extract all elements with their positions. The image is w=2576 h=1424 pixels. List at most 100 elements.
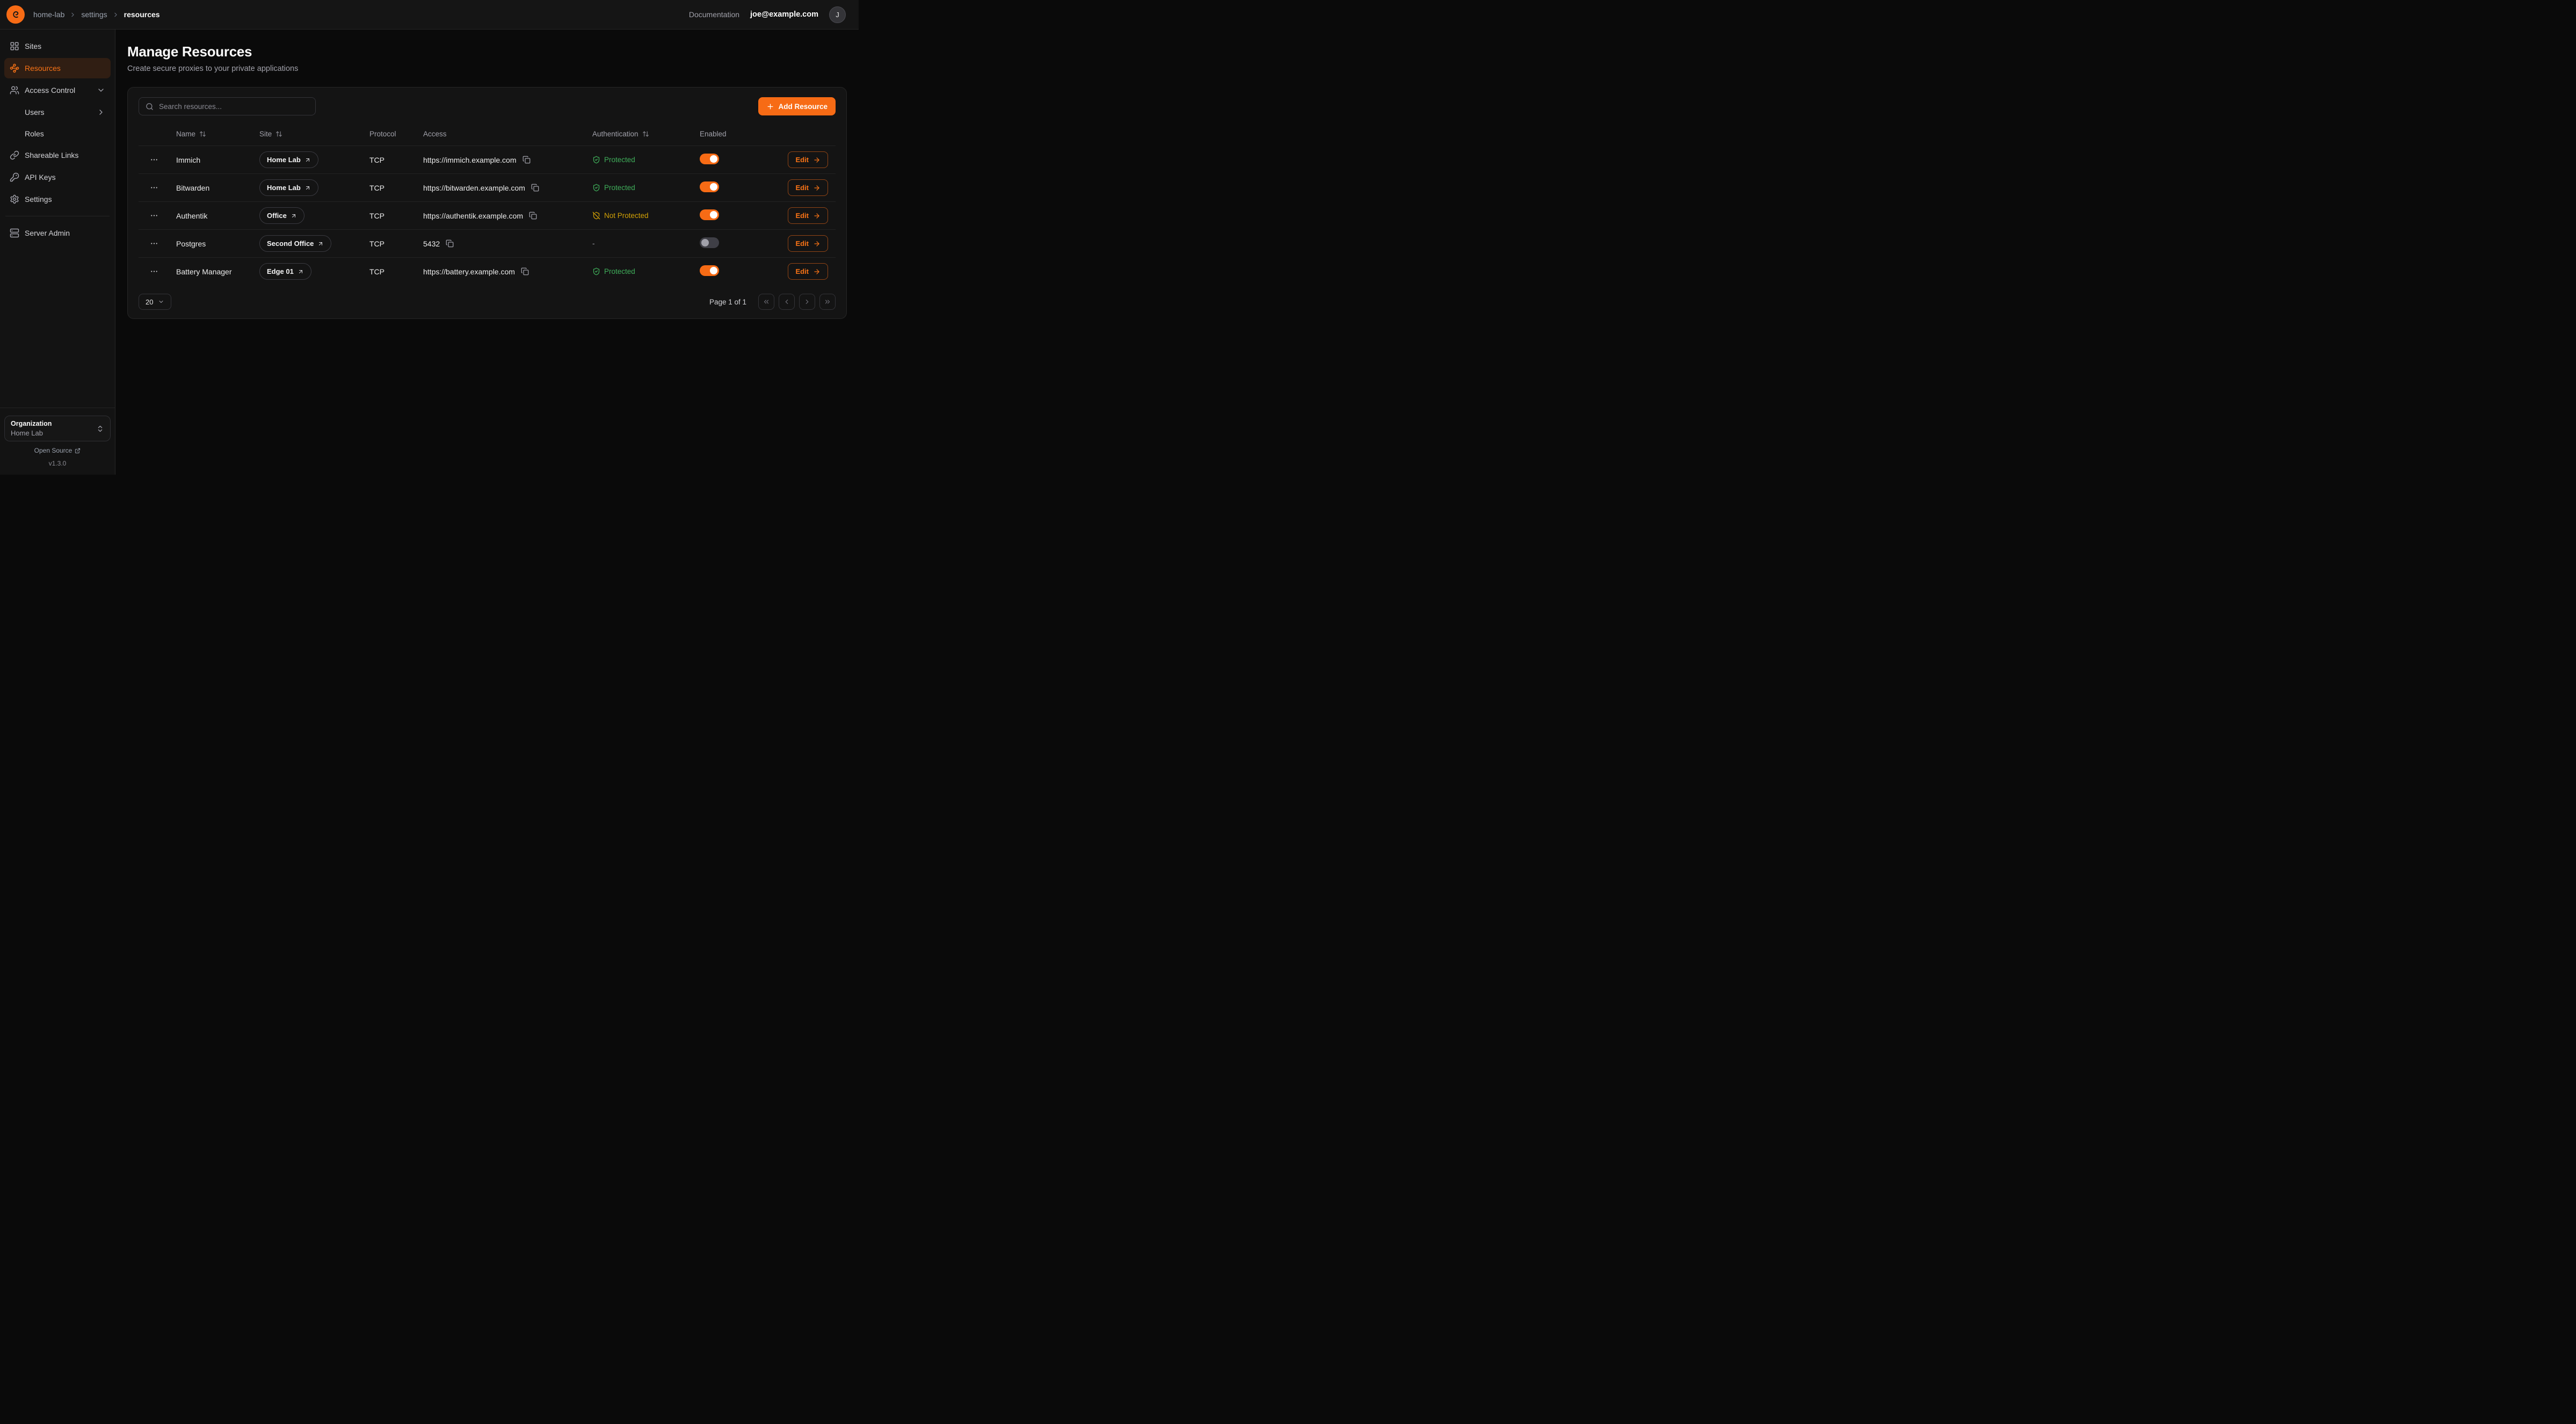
- ellipsis-icon: [150, 267, 158, 276]
- copy-icon: [521, 267, 529, 275]
- enabled-toggle[interactable]: [700, 181, 719, 192]
- enabled-toggle[interactable]: [700, 209, 719, 220]
- protocol: TCP: [363, 156, 417, 164]
- ellipsis-icon: [150, 155, 158, 164]
- toggle-knob: [710, 155, 717, 163]
- sidebar-item-server-admin[interactable]: Server Admin: [4, 223, 111, 243]
- sort-icon[interactable]: [642, 130, 649, 137]
- column-enabled: Enabled: [693, 130, 768, 138]
- site-link-button[interactable]: Office: [259, 207, 304, 224]
- sort-icon[interactable]: [275, 130, 282, 137]
- table-row: Postgres Second Office TCP 5432 - Edit: [139, 229, 836, 257]
- sidebar-item-sites[interactable]: Sites: [4, 36, 111, 56]
- app-logo-icon[interactable]: [6, 5, 25, 24]
- column-name-label: Name: [176, 130, 195, 138]
- documentation-link[interactable]: Documentation: [689, 10, 739, 19]
- sidebar-item-shareable-links[interactable]: Shareable Links: [4, 145, 111, 165]
- copy-button[interactable]: [528, 210, 538, 221]
- organization-switcher[interactable]: Organization Home Lab: [4, 416, 111, 441]
- table-row: Battery Manager Edge 01 TCP https://batt…: [139, 257, 836, 285]
- sidebar-bottom: Organization Home Lab Open Source v1.3.0: [4, 408, 111, 467]
- breadcrumb-current: resources: [124, 10, 160, 19]
- edit-button[interactable]: Edit: [788, 207, 828, 224]
- row-menu-button[interactable]: [147, 152, 162, 168]
- auth-status: Protected: [586, 156, 693, 164]
- copy-button[interactable]: [520, 266, 530, 277]
- key-icon: [10, 172, 19, 182]
- sidebar-item-api-keys[interactable]: API Keys: [4, 167, 111, 187]
- sidebar-item-roles[interactable]: Roles: [4, 123, 111, 143]
- next-page-button[interactable]: [799, 294, 815, 310]
- app-version: v1.3.0: [4, 460, 111, 467]
- breadcrumb-settings[interactable]: settings: [81, 10, 107, 19]
- search-icon: [146, 103, 154, 111]
- sidebar-item-resources[interactable]: Resources: [4, 58, 111, 78]
- enabled-toggle[interactable]: [700, 237, 719, 248]
- edit-button[interactable]: Edit: [788, 151, 828, 168]
- site-link-button[interactable]: Edge 01: [259, 263, 311, 280]
- previous-page-button[interactable]: [779, 294, 795, 310]
- enabled-toggle[interactable]: [700, 265, 719, 276]
- sidebar-nav: Sites Resources Access Control Users Rol…: [4, 36, 111, 243]
- page-size-select[interactable]: 20: [139, 294, 171, 310]
- table-toolbar: Add Resource: [139, 97, 836, 115]
- auth-status: -: [586, 239, 693, 248]
- toggle-knob: [710, 267, 717, 274]
- row-menu-button[interactable]: [147, 264, 162, 279]
- chevron-right-icon: [803, 298, 811, 306]
- site-link-button[interactable]: Home Lab: [259, 151, 318, 168]
- edit-button[interactable]: Edit: [788, 263, 828, 280]
- enabled-toggle[interactable]: [700, 154, 719, 164]
- copy-button[interactable]: [530, 183, 540, 193]
- edit-button[interactable]: Edit: [788, 235, 828, 252]
- sidebar-item-users[interactable]: Users: [4, 102, 111, 122]
- open-source-link[interactable]: Open Source: [4, 447, 111, 454]
- ellipsis-icon: [150, 239, 158, 248]
- copy-button[interactable]: [521, 155, 532, 165]
- auth-status: Protected: [586, 267, 693, 275]
- table-row: Authentik Office TCP https://authentik.e…: [139, 201, 836, 229]
- site-name: Office: [267, 212, 287, 220]
- sidebar-item-access-control[interactable]: Access Control: [4, 80, 111, 100]
- column-enabled-label: Enabled: [700, 130, 727, 138]
- arrow-right-icon: [813, 268, 821, 275]
- search-input[interactable]: [158, 102, 309, 111]
- organization-value: Home Lab: [11, 429, 52, 437]
- site-name: Home Lab: [267, 184, 301, 192]
- first-page-button[interactable]: [758, 294, 774, 310]
- row-menu-button[interactable]: [147, 208, 162, 223]
- access-url: https://battery.example.com: [423, 267, 515, 276]
- resource-name: Authentik: [170, 212, 253, 220]
- copy-icon: [446, 239, 454, 248]
- add-resource-button[interactable]: Add Resource: [758, 97, 836, 115]
- edit-label: Edit: [795, 239, 809, 248]
- sidebar-item-settings[interactable]: Settings: [4, 189, 111, 209]
- protocol: TCP: [363, 267, 417, 276]
- external-link-icon: [75, 448, 81, 454]
- row-menu-button[interactable]: [147, 236, 162, 251]
- sort-icon[interactable]: [199, 130, 206, 137]
- last-page-button[interactable]: [819, 294, 836, 310]
- copy-icon: [523, 156, 531, 164]
- shield-off-icon: [592, 212, 600, 220]
- site-link-button[interactable]: Home Lab: [259, 179, 318, 196]
- page-subtitle: Create secure proxies to your private ap…: [127, 64, 847, 73]
- column-access-label: Access: [423, 130, 447, 138]
- topbar: home-lab settings resources Documentatio…: [0, 0, 859, 30]
- site-name: Home Lab: [267, 156, 301, 164]
- copy-button[interactable]: [445, 238, 455, 249]
- auth-status-label: Protected: [604, 267, 635, 275]
- row-menu-button[interactable]: [147, 180, 162, 195]
- resource-name: Immich: [170, 156, 253, 164]
- access-url: https://authentik.example.com: [423, 212, 523, 220]
- edit-label: Edit: [795, 156, 809, 164]
- sidebar-item-label: Shareable Links: [25, 151, 78, 159]
- arrow-up-right-icon: [304, 157, 311, 163]
- site-link-button[interactable]: Second Office: [259, 235, 331, 252]
- breadcrumb-org[interactable]: home-lab: [33, 10, 64, 19]
- edit-button[interactable]: Edit: [788, 179, 828, 196]
- sidebar-item-label: API Keys: [25, 173, 56, 181]
- sidebar-item-label: Settings: [25, 195, 52, 204]
- pagination: Page 1 of 1: [709, 294, 836, 310]
- avatar[interactable]: J: [829, 6, 846, 23]
